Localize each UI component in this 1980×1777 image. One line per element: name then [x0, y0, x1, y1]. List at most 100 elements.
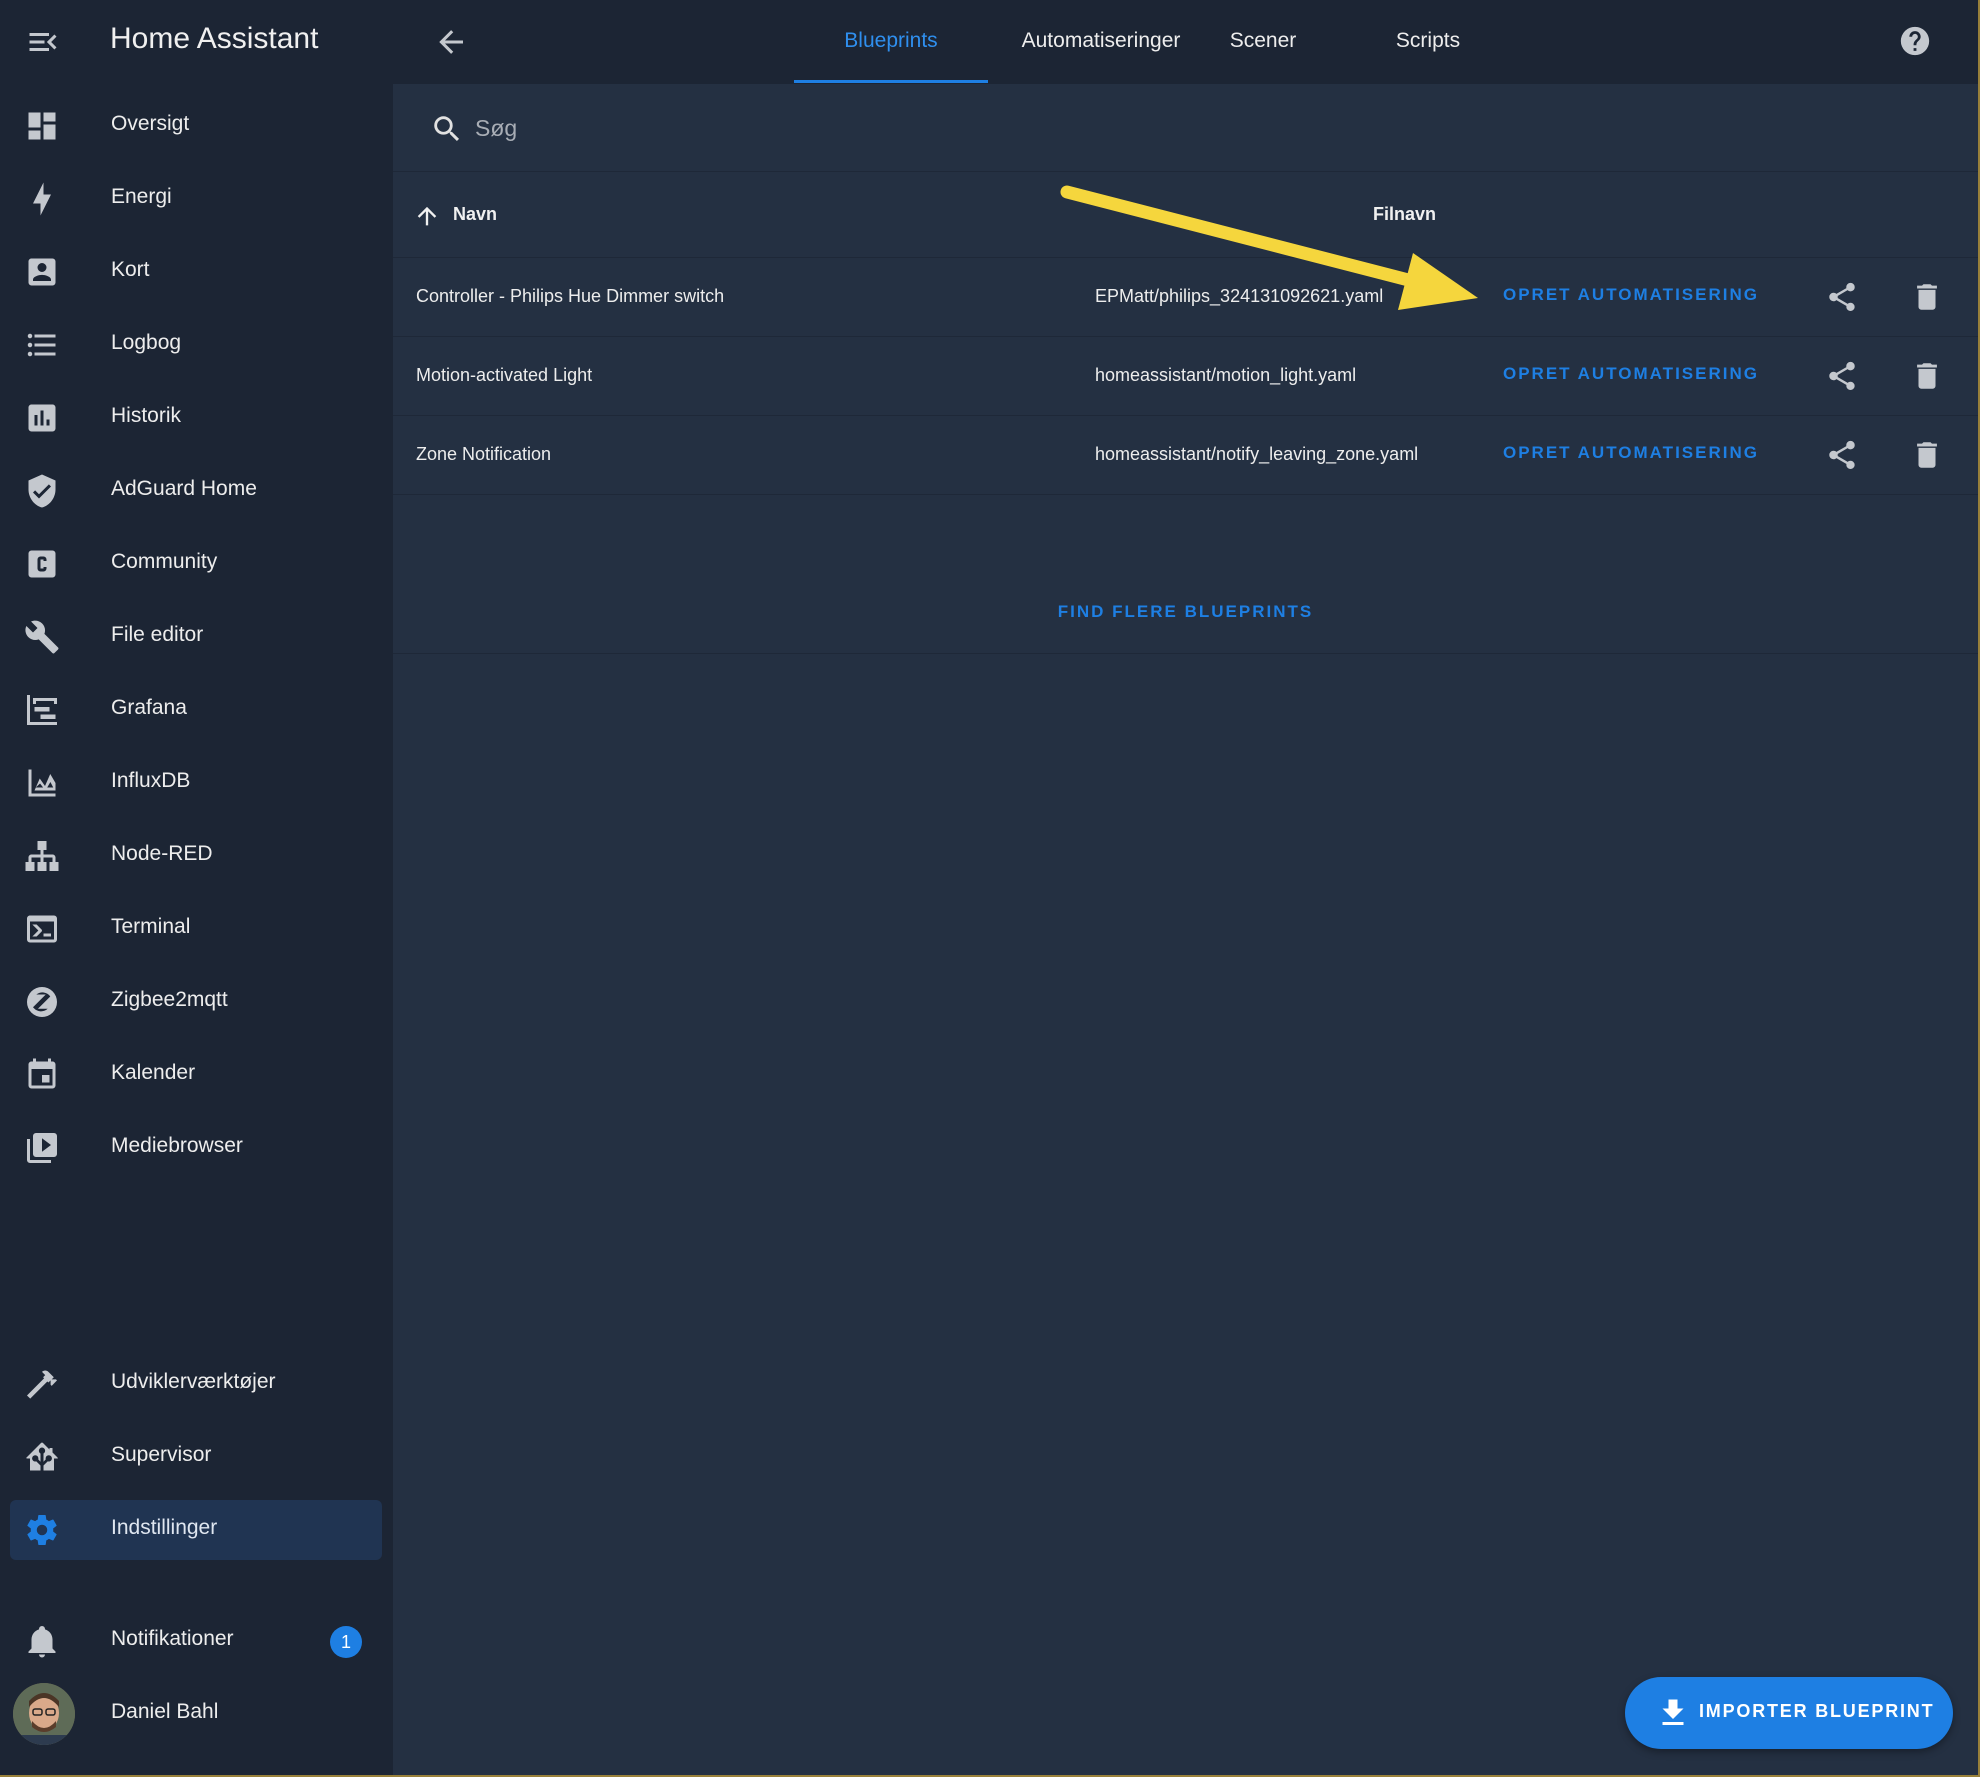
blueprint-name: Zone Notification — [416, 444, 552, 464]
sidebar-item-community[interactable]: Community — [10, 534, 382, 594]
sitemap-icon — [24, 838, 60, 874]
sidebar-item-label: Zigbee2mqtt — [111, 988, 228, 1011]
delete-icon[interactable] — [1910, 359, 1944, 393]
sidebar-header: Home Assistant — [0, 0, 393, 84]
blueprints-panel: Navn Filnavn Controller - Philips Hue Di… — [393, 84, 1978, 1775]
create-automation-button[interactable]: OPRET AUTOMATISERING — [1503, 285, 1759, 305]
import-blueprint-label: IMPORTER BLUEPRINT — [1699, 1701, 1935, 1721]
table-row[interactable]: Controller - Philips Hue Dimmer switch E… — [393, 258, 1978, 337]
blueprint-filename: homeassistant/notify_leaving_zone.yaml — [1095, 444, 1419, 464]
sidebar-item-label: Mediebrowser — [111, 1134, 243, 1157]
search-icon — [430, 112, 464, 146]
back-arrow-icon[interactable] — [433, 24, 469, 60]
table-row[interactable]: Motion-activated Light homeassistant/mot… — [393, 337, 1978, 416]
blueprint-filename: homeassistant/motion_light.yaml — [1095, 365, 1357, 385]
sidebar-item-influxdb[interactable]: InfluxDB — [10, 753, 382, 813]
sidebar-item-udviklervaerktoejer[interactable]: Udviklerværktøjer — [10, 1354, 382, 1414]
tab-automatiseringer[interactable]: Automatiseringer — [996, 0, 1206, 84]
sidebar-item-adguard-home[interactable]: AdGuard Home — [10, 461, 382, 521]
delete-icon[interactable] — [1910, 280, 1944, 314]
table-row[interactable]: Zone Notification homeassistant/notify_l… — [393, 416, 1978, 495]
share-icon[interactable] — [1825, 438, 1859, 472]
zigbee-icon — [24, 984, 60, 1020]
sidebar-item-file-editor[interactable]: File editor — [10, 607, 382, 667]
sidebar-item-oversigt[interactable]: Oversigt — [10, 96, 382, 156]
chart-timeline-icon — [24, 692, 60, 728]
sidebar-item-label: InfluxDB — [111, 769, 191, 792]
home-assistant-icon — [24, 1439, 60, 1475]
cog-icon — [24, 1512, 60, 1548]
blueprint-filename: EPMatt/philips_324131092621.yaml — [1095, 286, 1384, 306]
sidebar-item-energi[interactable]: Energi — [10, 169, 382, 229]
wrench-icon — [24, 619, 60, 655]
sidebar-item-terminal[interactable]: Terminal — [10, 899, 382, 959]
sidebar-item-label: Kalender — [111, 1061, 196, 1084]
search-bar — [393, 84, 1978, 172]
sidebar-item-indstillinger[interactable]: Indstillinger — [10, 1500, 382, 1560]
column-header-filename[interactable]: Filnavn — [1373, 204, 1436, 225]
search-input[interactable] — [475, 106, 1075, 150]
arrow-up-sort-icon[interactable] — [413, 202, 441, 230]
tab-scener[interactable]: Scener — [1208, 0, 1318, 84]
sidebar-item-label: Node-RED — [111, 842, 213, 865]
create-automation-button[interactable]: OPRET AUTOMATISERING — [1503, 364, 1759, 384]
sidebar-item-label: File editor — [111, 623, 204, 646]
tab-scripts[interactable]: Scripts — [1373, 0, 1483, 84]
sidebar-item-label: Historik — [111, 404, 182, 427]
sidebar-item-label: Grafana — [111, 696, 187, 719]
lightning-bolt-icon — [24, 181, 60, 217]
sidebar-item-zigbee2mqtt[interactable]: Zigbee2mqtt — [10, 972, 382, 1032]
column-header-name[interactable]: Navn — [453, 204, 497, 225]
find-more-blueprints-link[interactable]: FIND FLERE BLUEPRINTS — [393, 602, 1978, 622]
sidebar-item-label: Terminal — [111, 915, 191, 938]
chart-areaspline-icon — [24, 765, 60, 801]
sidebar-item-label: Supervisor — [111, 1443, 212, 1466]
sidebar-item-label: Udviklerværktøjer — [111, 1370, 276, 1393]
table-header: Navn Filnavn — [393, 172, 1978, 258]
import-blueprint-button[interactable]: IMPORTER BLUEPRINT — [1625, 1677, 1953, 1749]
play-box-multiple-icon — [24, 1130, 60, 1166]
app-window: Home Assistant Oversigt Energi Kort Logb… — [0, 0, 1978, 1775]
sidebar-item-label: Energi — [111, 185, 172, 208]
sidebar-item-label: AdGuard Home — [111, 477, 257, 500]
console-icon — [24, 911, 60, 947]
active-tab-indicator — [794, 80, 988, 83]
notification-count-badge: 1 — [330, 1626, 362, 1658]
sidebar-item-label: Kort — [111, 258, 150, 281]
sidebar-item-label: Logbog — [111, 331, 182, 354]
sidebar-item-notifikationer[interactable]: Notifikationer 1 — [10, 1611, 382, 1671]
blueprint-name: Motion-activated Light — [416, 365, 593, 385]
shield-check-icon — [24, 473, 60, 509]
sidebar-item-user[interactable]: Daniel Bahl — [10, 1684, 382, 1744]
help-circle-icon[interactable] — [1898, 24, 1932, 58]
sidebar-item-logbog[interactable]: Logbog — [10, 315, 382, 375]
format-list-bulleted-icon — [24, 327, 60, 363]
sidebar-item-label: Notifikationer — [111, 1627, 234, 1650]
sidebar: Home Assistant Oversigt Energi Kort Logb… — [0, 0, 393, 1775]
app-title: Home Assistant — [110, 22, 319, 55]
sidebar-item-label: Oversigt — [111, 112, 190, 135]
blueprint-name: Controller - Philips Hue Dimmer switch — [416, 286, 725, 306]
sidebar-item-supervisor[interactable]: Supervisor — [10, 1427, 382, 1487]
share-icon[interactable] — [1825, 280, 1859, 314]
user-name: Daniel Bahl — [111, 1700, 219, 1723]
view-dashboard-icon — [24, 108, 60, 144]
sidebar-item-kalender[interactable]: Kalender — [10, 1045, 382, 1105]
sidebar-item-node-red[interactable]: Node-RED — [10, 826, 382, 886]
create-automation-button[interactable]: OPRET AUTOMATISERING — [1503, 443, 1759, 463]
find-more-row: FIND FLERE BLUEPRINTS — [393, 574, 1978, 654]
sidebar-item-historik[interactable]: Historik — [10, 388, 382, 448]
sidebar-item-mediebrowser[interactable]: Mediebrowser — [10, 1118, 382, 1178]
hammer-icon — [24, 1366, 60, 1402]
bell-icon — [24, 1623, 60, 1659]
sidebar-item-grafana[interactable]: Grafana — [10, 680, 382, 740]
share-icon[interactable] — [1825, 359, 1859, 393]
sidebar-item-kort[interactable]: Kort — [10, 242, 382, 302]
menu-toggle-icon[interactable] — [24, 24, 62, 60]
calendar-icon — [24, 1057, 60, 1093]
account-box-icon — [24, 254, 60, 290]
delete-icon[interactable] — [1910, 438, 1944, 472]
top-app-bar: Blueprints Automatiseringer Scener Scrip… — [393, 0, 1978, 84]
tab-blueprints[interactable]: Blueprints — [794, 0, 988, 84]
sidebar-item-label: Community — [111, 550, 218, 573]
